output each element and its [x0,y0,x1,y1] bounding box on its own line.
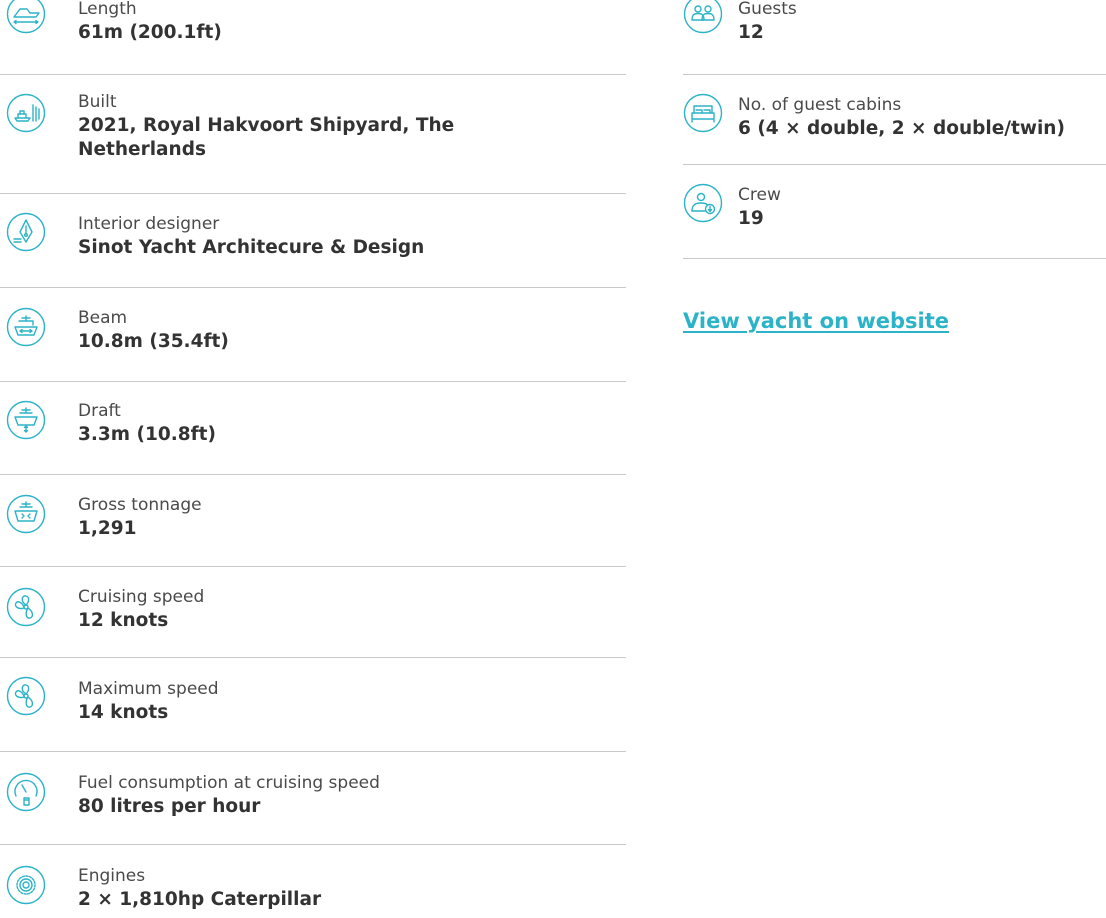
yacht-tonnage-icon [6,494,46,534]
spec-maximum-speed: Maximum speed 14 knots [0,658,626,752]
spec-draft: Draft 3.3m (10.8ft) [0,382,626,475]
view-yacht-on-website-link[interactable]: View yacht on website [683,309,949,333]
spec-crew: Crew 19 [683,165,1106,259]
yacht-length-icon [6,0,46,34]
fuel-gauge-icon [6,772,46,812]
pen-nib-icon [6,212,46,252]
spec-built: Built 2021, Royal Hakvoort Shipyard, The… [0,75,626,194]
spec-gross-tonnage: Gross tonnage 1,291 [0,475,626,567]
spec-label: Gross tonnage [78,495,202,515]
spec-guests: Guests 12 [683,0,1106,75]
spec-interior-designer: Interior designer Sinot Yacht Architecur… [0,194,626,288]
spec-label: Length [78,0,137,19]
spec-value: 14 knots [78,702,169,723]
spec-value: Sinot Yacht Architecure & Design [78,237,425,258]
spec-label: No. of guest cabins [738,95,902,115]
spec-value: 10.8m (35.4ft) [78,331,229,352]
shipyard-icon [6,93,46,133]
spec-label: Guests [738,0,797,19]
specs-right-column: Guests 12 No. of guest cabins 6 (4 × dou… [683,0,1106,259]
spec-label: Cruising speed [78,587,205,607]
spec-label: Crew [738,185,781,205]
spec-length: Length 61m (200.1ft) [0,0,626,75]
spec-label: Fuel consumption at cruising speed [78,773,380,793]
spec-beam: Beam 10.8m (35.4ft) [0,288,626,382]
spec-label: Interior designer [78,214,220,234]
yacht-draft-icon [6,400,46,440]
propeller-icon [6,676,46,716]
spec-value: 12 knots [78,610,169,631]
spec-value: 2 × 1,810hp Caterpillar [78,889,322,910]
spec-guest-cabins: No. of guest cabins 6 (4 × double, 2 × d… [683,75,1106,165]
yacht-beam-icon [6,307,46,347]
spec-label: Built [78,92,117,112]
spec-cruising-speed: Cruising speed 12 knots [0,567,626,658]
spec-engines: Engines 2 × 1,810hp Caterpillar [0,845,626,918]
crew-icon [683,183,723,223]
spec-value: 80 litres per hour [78,796,261,817]
spec-value: 12 [738,22,764,43]
spec-value: 6 (4 × double, 2 × double/twin) [738,118,1065,139]
propeller-icon [6,587,46,627]
guests-icon [683,0,723,34]
spec-value: 1,291 [78,518,137,539]
specs-left-column: Length 61m (200.1ft) Built 2021, Royal H… [0,0,626,918]
spec-fuel-consumption: Fuel consumption at cruising speed 80 li… [0,752,626,845]
spec-label: Beam [78,308,128,328]
spec-label: Maximum speed [78,679,219,699]
spec-label: Draft [78,401,121,421]
spec-value: 19 [738,208,764,229]
engine-gear-icon [6,865,46,905]
spec-value: 2021, Royal Hakvoort Shipyard, The Nethe… [78,115,455,160]
bed-icon [683,93,723,133]
spec-value: 61m (200.1ft) [78,22,222,43]
spec-label: Engines [78,866,146,886]
spec-value: 3.3m (10.8ft) [78,424,216,445]
